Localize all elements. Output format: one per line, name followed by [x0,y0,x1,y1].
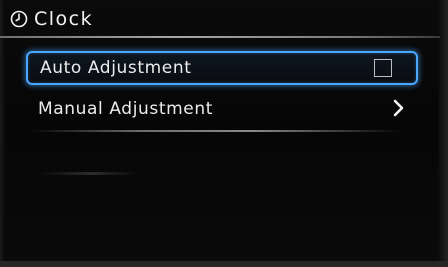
clock-settings-screen: Clock Auto Adjustment Manual Adjustment [0,0,448,267]
chevron-right-icon [390,98,408,118]
screen-bezel-right [438,0,448,267]
screen-glare [40,172,140,175]
menu-item-label: Manual Adjustment [38,99,213,119]
screen-bezel-left [0,0,6,267]
page-header: Clock [10,2,93,36]
clock-icon [10,10,28,28]
auto-adjustment-checkbox[interactable] [374,59,392,77]
screen-bezel-bottom [0,261,448,267]
menu-item-auto-adjustment[interactable]: Auto Adjustment [26,51,418,85]
menu-item-manual-adjustment[interactable]: Manual Adjustment [26,92,418,126]
page-title: Clock [34,8,94,30]
menu-item-label: Auto Adjustment [40,58,192,78]
menu-divider [30,130,400,132]
header-divider [0,36,440,38]
